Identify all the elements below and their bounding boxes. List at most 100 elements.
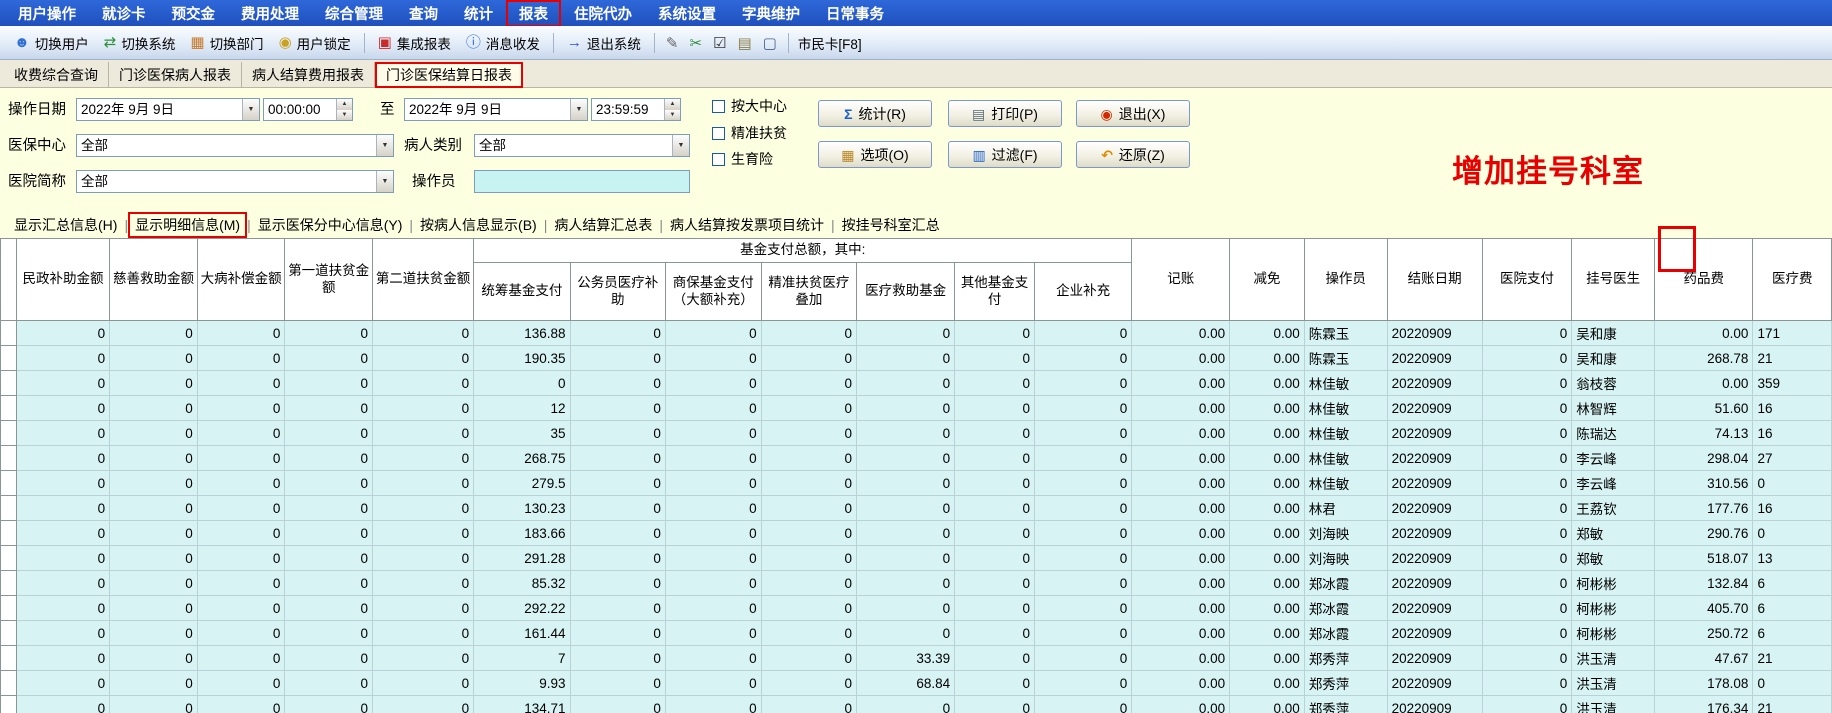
operator-input[interactable] <box>474 170 690 193</box>
subtab-3[interactable]: 按病人信息显示(B) <box>414 213 543 237</box>
copy-icon[interactable]: ▤ <box>733 31 755 55</box>
row-selector[interactable] <box>0 320 17 346</box>
dropdown-arrow-icon[interactable]: ▼ <box>376 171 393 192</box>
exit-button[interactable]: ◉ 退出(X) <box>1076 100 1190 127</box>
tab-3[interactable]: 门诊医保结算日报表 <box>375 62 523 88</box>
switch-dept-button[interactable]: ▦ 切换部门 <box>184 30 269 56</box>
row-selector[interactable] <box>0 520 17 546</box>
table-row[interactable]: 0 0 0 0 0 291.28 0 0 0 0 0 0 0.00 0.00 刘海映 20220909 0 郑敏 5… <box>0 545 1832 571</box>
column-header[interactable]: 其他基金支付 <box>954 262 1035 321</box>
column-header[interactable]: 操作员 <box>1303 238 1388 321</box>
row-selector[interactable] <box>0 620 17 646</box>
subtab-6[interactable]: 按挂号科室汇总 <box>836 213 946 237</box>
date-to-select[interactable]: 2022年 9月 9日 ▼ <box>404 98 588 121</box>
column-header[interactable]: 企业补充 <box>1033 262 1133 321</box>
menu-item-7[interactable]: 报表 <box>506 0 561 27</box>
messages-button[interactable]: ⓘ 消息收发 <box>460 30 546 56</box>
row-selector[interactable] <box>0 470 17 496</box>
table-row[interactable]: 0 0 0 0 0 7 0 0 0 33.39 0 0 0.00 0.00 郑秀萍 20220909 0 洪玉清 4… <box>0 645 1832 671</box>
column-header[interactable]: 慈善救助金额 <box>109 238 198 321</box>
dropdown-arrow-icon[interactable]: ▼ <box>672 135 689 156</box>
tools-icon[interactable]: ✂ <box>685 31 706 55</box>
fund-group-header[interactable]: 基金支付总额，其中: <box>473 238 1133 263</box>
column-header[interactable]: 第一道扶贫金额 <box>284 238 373 321</box>
column-header[interactable]: 结账日期 <box>1386 238 1483 321</box>
hospital-select[interactable]: 全部 ▼ <box>76 170 394 193</box>
table-row[interactable]: 0 0 0 0 0 292.22 0 0 0 0 0 0 0.00 0.00 郑冰霞 20220909 0 柯彬彬… <box>0 595 1832 621</box>
tab-2[interactable]: 病人结算费用报表 <box>242 62 375 87</box>
dropdown-arrow-icon[interactable]: ▼ <box>242 99 259 120</box>
subtab-1[interactable]: 显示明细信息(M) <box>128 212 248 238</box>
menu-item-4[interactable]: 综合管理 <box>313 1 395 26</box>
table-row[interactable]: 0 0 0 0 0 134.71 0 0 0 0 0 0 0.00 0.00 郑秀萍 20220909 0 洪玉清… <box>0 695 1832 713</box>
subtab-2[interactable]: 显示医保分中心信息(Y) <box>252 213 409 237</box>
menu-item-2[interactable]: 预交金 <box>160 1 228 26</box>
row-selector[interactable] <box>0 595 17 621</box>
menu-item-1[interactable]: 就诊卡 <box>90 1 158 26</box>
switch-system-button[interactable]: ⇄ 切换系统 <box>98 30 182 56</box>
subtab-0[interactable]: 显示汇总信息(H) <box>8 213 123 237</box>
spin-down-icon[interactable]: ▼ <box>665 109 680 120</box>
row-selector[interactable] <box>0 645 17 671</box>
switch-user-button[interactable]: ☻ 切换用户 <box>8 30 95 56</box>
spinner-buttons[interactable]: ▲ ▼ <box>336 99 352 120</box>
row-selector[interactable] <box>0 445 17 471</box>
row-selector[interactable] <box>0 495 17 521</box>
table-row[interactable]: 0 0 0 0 0 268.75 0 0 0 0 0 0 0.00 0.00 林佳敏 20220909 0 李云峰… <box>0 445 1832 471</box>
table-row[interactable]: 0 0 0 0 0 12 0 0 0 0 0 0 0.00 0.00 林佳敏 20220909 0 林智辉 51.6… <box>0 395 1832 421</box>
date-from-select[interactable]: 2022年 9月 9日 ▼ <box>76 98 260 121</box>
table-row[interactable]: 0 0 0 0 0 161.44 0 0 0 0 0 0 0.00 0.00 郑冰霞 20220909 0 柯彬彬… <box>0 620 1832 646</box>
dropdown-arrow-icon[interactable]: ▼ <box>570 99 587 120</box>
subtab-4[interactable]: 病人结算汇总表 <box>548 213 658 237</box>
row-selector[interactable] <box>0 420 17 446</box>
integrated-report-button[interactable]: ▣ 集成报表 <box>372 30 457 56</box>
spin-up-icon[interactable]: ▲ <box>665 99 680 110</box>
column-header[interactable]: 挂号医生 <box>1571 238 1656 321</box>
menu-item-0[interactable]: 用户操作 <box>6 1 88 26</box>
table-row[interactable]: 0 0 0 0 0 279.5 0 0 0 0 0 0 0.00 0.00 林佳敏 20220909 0 李云峰 3… <box>0 470 1832 496</box>
restore-button[interactable]: ↶ 还原(Z) <box>1076 141 1190 168</box>
column-header[interactable]: 第二道扶贫金额 <box>371 238 475 321</box>
menu-item-11[interactable]: 日常事务 <box>814 1 896 26</box>
menu-item-3[interactable]: 费用处理 <box>229 1 311 26</box>
time-to-input[interactable]: 23:59:59 ▲ ▼ <box>591 98 681 121</box>
row-selector[interactable] <box>0 570 17 596</box>
row-selector[interactable] <box>0 545 17 571</box>
column-header[interactable]: 记账 <box>1131 238 1231 321</box>
spin-up-icon[interactable]: ▲ <box>337 99 352 110</box>
edit-icon[interactable]: ✎ <box>662 31 683 55</box>
exit-system-button[interactable]: → 退出系统 <box>561 30 647 56</box>
table-row[interactable]: 0 0 0 0 0 183.66 0 0 0 0 0 0 0.00 0.00 刘海映 20220909 0 郑敏 2… <box>0 520 1832 546</box>
checkbox-2[interactable]: 生育险 <box>712 150 773 168</box>
row-selector[interactable] <box>0 370 17 396</box>
column-header[interactable]: 商保基金支付（大额补充） <box>664 262 762 321</box>
column-header[interactable]: 减免 <box>1229 238 1305 321</box>
table-row[interactable]: 0 0 0 0 0 190.35 0 0 0 0 0 0 0.00 0.00 陈霖玉 20220909 0 吴和康… <box>0 345 1832 371</box>
row-selector[interactable] <box>0 345 17 371</box>
filter-button[interactable]: ▥ 过滤(F) <box>948 141 1062 168</box>
spin-down-icon[interactable]: ▼ <box>337 109 352 120</box>
spinner-buttons[interactable]: ▲ ▼ <box>664 99 680 120</box>
checkbox-1[interactable]: 精准扶贫 <box>712 124 787 142</box>
column-header[interactable]: 公务员医疗补助 <box>569 262 666 321</box>
print-button[interactable]: ▤ 打印(P) <box>948 100 1062 127</box>
patient-type-select[interactable]: 全部 ▼ <box>474 134 690 157</box>
table-row[interactable]: 0 0 0 0 0 130.23 0 0 0 0 0 0 0.00 0.00 林君 20220909 0 王荔钦 1… <box>0 495 1832 521</box>
menu-item-10[interactable]: 字典维护 <box>730 1 812 26</box>
table-row[interactable]: 0 0 0 0 0 35 0 0 0 0 0 0 0.00 0.00 林佳敏 20220909 0 陈瑞达 74.1… <box>0 420 1832 446</box>
check-icon[interactable]: ☑ <box>709 31 730 55</box>
time-from-input[interactable]: 00:00:00 ▲ ▼ <box>263 98 353 121</box>
tab-0[interactable]: 收费综合查询 <box>4 62 109 87</box>
window-icon[interactable]: ▢ <box>759 31 781 55</box>
column-header[interactable]: 医疗救助基金 <box>856 262 956 321</box>
table-row[interactable]: 0 0 0 0 0 9.93 0 0 0 68.84 0 0 0.00 0.00 郑秀萍 20220909 0 洪… <box>0 670 1832 696</box>
row-selector[interactable] <box>0 395 17 421</box>
subtab-5[interactable]: 病人结算按发票项目统计 <box>664 213 830 237</box>
menu-item-6[interactable]: 统计 <box>452 1 505 26</box>
row-selector-header[interactable] <box>0 238 17 321</box>
menu-item-5[interactable]: 查询 <box>397 1 450 26</box>
insurance-center-select[interactable]: 全部 ▼ <box>76 134 394 157</box>
column-header[interactable]: 精准扶贫医疗叠加 <box>760 262 858 321</box>
table-row[interactable]: 0 0 0 0 0 85.32 0 0 0 0 0 0 0.00 0.00 郑冰霞 20220909 0 柯彬彬 1… <box>0 570 1832 596</box>
options-button[interactable]: ▦ 选项(O) <box>818 141 932 168</box>
